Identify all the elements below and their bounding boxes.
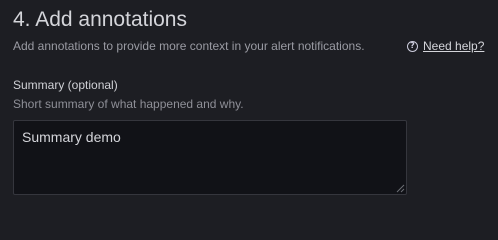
section-title: 4. Add annotations <box>13 8 187 31</box>
add-annotations-section: 4. Add annotations Add annotations to pr… <box>0 0 498 204</box>
summary-label: Summary (optional) <box>13 78 118 92</box>
summary-description: Short summary of what happened and why. <box>13 97 244 111</box>
need-help-label: Need help? <box>423 39 485 53</box>
question-circle-icon: ? <box>407 40 418 52</box>
summary-textarea[interactable]: Summary demo <box>13 120 407 195</box>
need-help-link[interactable]: ? Need help? <box>407 38 484 54</box>
section-description: Add annotations to provide more context … <box>13 39 365 53</box>
resize-grip-icon[interactable] <box>396 184 405 193</box>
